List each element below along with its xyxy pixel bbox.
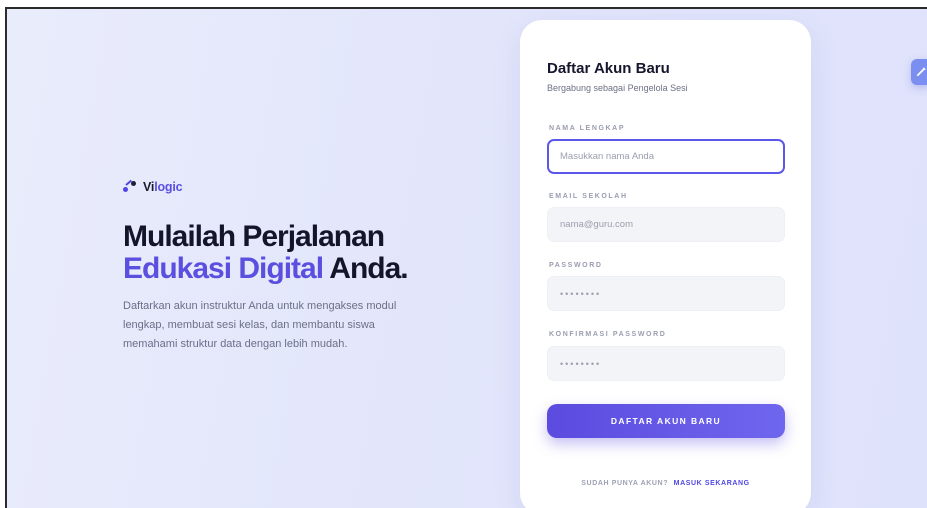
full-name-input[interactable] bbox=[547, 139, 785, 174]
login-prompt-text: SUDAH PUNYA AKUN? bbox=[581, 480, 669, 487]
confirm-password-input[interactable] bbox=[547, 346, 785, 381]
confirm-password-label: KONFIRMASI PASSWORD bbox=[549, 331, 667, 338]
hero-description: Daftarkan akun instruktur Anda untuk men… bbox=[123, 300, 397, 350]
hero-title-accent: Edukasi Digital bbox=[123, 252, 324, 285]
brand-name: Vilogic bbox=[143, 180, 183, 194]
full-name-label: NAMA LENGKAP bbox=[549, 125, 626, 132]
password-label: PASSWORD bbox=[549, 262, 603, 269]
form-subtitle: Bergabung sebagai Pengelola Sesi bbox=[547, 83, 688, 93]
school-email-label: EMAIL SEKOLAH bbox=[549, 193, 628, 200]
brand-logo: Vilogic bbox=[123, 179, 183, 194]
pencil-edit-icon bbox=[917, 67, 926, 76]
hero-title: Mulailah Perjalanan Edukasi Digital Anda… bbox=[123, 220, 409, 285]
vilogic-logo-icon bbox=[123, 179, 137, 194]
login-prompt: SUDAH PUNYA AKUN? MASUK SEKARANG bbox=[520, 480, 811, 487]
edit-button[interactable] bbox=[911, 59, 927, 85]
register-card: Daftar Akun Baru Bergabung sebagai Penge… bbox=[520, 20, 811, 508]
school-email-input[interactable] bbox=[547, 207, 785, 242]
register-submit-button[interactable]: DAFTAR AKUN BARU bbox=[547, 404, 785, 438]
form-title: Daftar Akun Baru bbox=[547, 60, 670, 77]
login-now-link[interactable]: MASUK SEKARANG bbox=[674, 480, 750, 487]
password-input[interactable] bbox=[547, 276, 785, 311]
app-viewport: Vilogic Mulailah Perjalanan Edukasi Digi… bbox=[5, 7, 927, 508]
